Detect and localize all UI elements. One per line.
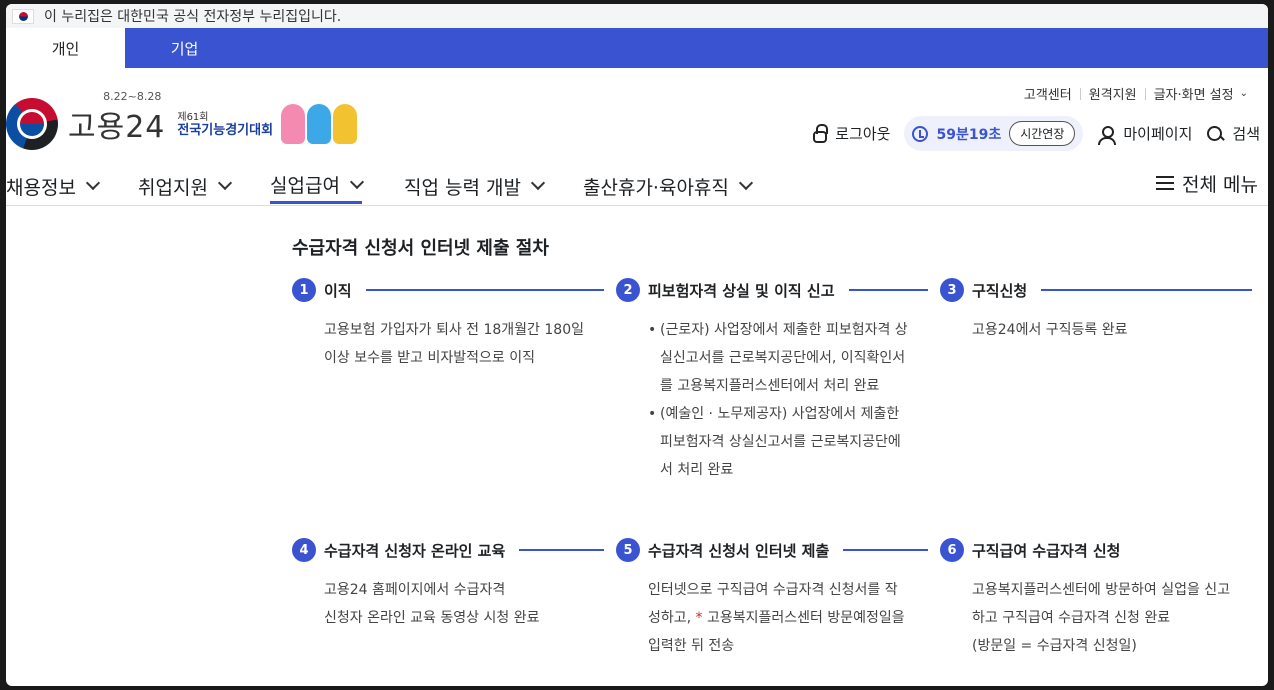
step-connector-line: [1041, 289, 1252, 291]
step-description-line: 고용24 홈페이지에서 수급자격: [324, 582, 506, 598]
chevron-down-icon: [530, 175, 546, 191]
step-description-line: 성하고, * 고용복지플러스센터 방문예정일을: [648, 610, 905, 626]
logout-button[interactable]: 로그아웃: [813, 123, 890, 144]
step-number-badge: 6: [940, 538, 964, 562]
brand-name: 고용24 8.22~8.28: [68, 90, 166, 145]
step-card: 6 구직급여 수급자격 신청 고용복지플러스센터에 방문하여 실업을 신고 하고…: [940, 538, 1252, 660]
list-item: (예술인 · 노무제공자) 사업장에서 제출한 피보험자격 상실신고서를 근로복…: [648, 400, 928, 484]
step-card: 3 구직신청 고용24에서 구직등록 완료: [940, 278, 1252, 344]
step-description-line: 인터넷으로 구직급여 수급자격 신청서를 작: [648, 582, 898, 598]
required-asterisk: *: [695, 610, 703, 626]
step-connector-line: [848, 289, 928, 291]
all-menu-button[interactable]: 전체 메뉴: [1156, 168, 1258, 198]
step-card: 2 피보험자격 상실 및 이직 신고 (근로자) 사업장에서 제출한 피보험자격…: [616, 278, 928, 484]
extend-time-button[interactable]: 시간연장: [1009, 121, 1076, 146]
chevron-down-icon: [217, 175, 232, 191]
search-icon: [1206, 125, 1224, 143]
step-title: 구직신청: [972, 281, 1028, 300]
list-item: (근로자) 사업장에서 제출한 피보험자격 상 실신고서를 근로복지공단에서, …: [648, 316, 928, 400]
step-card: 4 수급자격 신청자 온라인 교육 고용24 홈페이지에서 수급자격 신청자 온…: [292, 538, 604, 632]
step-description-line: 이상 보수를 받고 비자발적으로 이직: [324, 350, 535, 366]
event-title: 제61회 전국기능경기대회: [177, 111, 273, 137]
nav-item-unemployment-benefits[interactable]: 실업급여: [270, 168, 364, 204]
chevron-down-icon: [349, 174, 364, 189]
step-title: 수급자격 신청자 온라인 교육: [324, 541, 506, 560]
step-card: 5 수급자격 신청서 인터넷 제출 인터넷으로 구직급여 수급자격 신청서를 작…: [616, 538, 928, 660]
tab-business[interactable]: 기업: [125, 28, 244, 68]
clock-icon: [912, 125, 929, 142]
step-description-line: 입력한 뒤 전송: [648, 638, 735, 654]
nav-item-vocational-training[interactable]: 직업 능력 개발: [404, 168, 546, 204]
step-card: 1 이직 고용보험 가입자가 퇴사 전 18개월간 180일 이상 보수를 받고…: [292, 278, 604, 372]
nav-item-jobs[interactable]: 채용정보: [6, 168, 100, 204]
step-title: 구직급여 수급자격 신청: [972, 541, 1121, 560]
step-description-line: 하고 구직급여 수급자격 신청 완료: [972, 610, 1171, 626]
step-description-line: 고용24에서 구직등록 완료: [972, 322, 1128, 338]
session-timer: 59분19초 시간연장: [904, 116, 1084, 151]
section-title: 수급자격 신청서 인터넷 제출 절차: [292, 238, 549, 259]
chevron-down-icon: [85, 175, 100, 191]
step-number-badge: 4: [292, 538, 316, 562]
korea-flag-icon: [12, 8, 34, 24]
audience-tab-bar: 개인 기업: [6, 28, 1268, 68]
nav-item-parental-leave[interactable]: 출산휴가·육아휴직: [583, 168, 753, 204]
step-title: 이직: [324, 281, 352, 300]
lock-icon: [813, 123, 829, 143]
step-number-badge: 2: [616, 278, 640, 302]
user-icon: [1097, 125, 1117, 145]
step-connector-line: [843, 549, 928, 551]
header-actions: 로그아웃 59분19초 시간연장 마이페이지 검색: [799, 116, 1260, 151]
step-title: 피보험자격 상실 및 이직 신고: [648, 281, 835, 300]
main-nav: 채용정보 취업지원 실업급여 직업 능력 개발 출산휴가·육아휴직 전체 메뉴: [6, 162, 1268, 206]
mascot-illustration: [281, 104, 358, 144]
site-logo[interactable]: 고용24 8.22~8.28 제61회 전국기능경기대회: [6, 90, 358, 150]
step-connector-line: [365, 289, 604, 291]
browser-page: 이 누리집은 대한민국 공식 전자정부 누리집입니다. 개인 기업 고객센터 원…: [6, 4, 1268, 686]
site-header: 고용24 8.22~8.28 제61회 전국기능경기대회 로그아웃 59분19초…: [6, 90, 1268, 151]
search-button[interactable]: 검색: [1206, 123, 1260, 144]
step-number-badge: 3: [940, 278, 964, 302]
step-description-line: 고용보험 가입자가 퇴사 전 18개월간 180일: [324, 322, 584, 338]
step-number-badge: 5: [616, 538, 640, 562]
step-description-line: 신청자 온라인 교육 동영상 시청 완료: [324, 610, 540, 626]
step-description-line: 고용복지플러스센터에 방문하여 실업을 신고: [972, 582, 1231, 598]
gov-banner-text: 이 누리집은 대한민국 공식 전자정부 누리집입니다.: [44, 9, 342, 25]
step-description-line: (방문일 = 수급자격 신청일): [972, 638, 1137, 654]
mypage-button[interactable]: 마이페이지: [1097, 123, 1192, 145]
step-connector-line: [519, 549, 604, 551]
government-emblem-icon: [6, 98, 58, 150]
tab-personal[interactable]: 개인: [6, 28, 125, 68]
hamburger-icon: [1156, 176, 1175, 190]
chevron-down-icon: [738, 175, 753, 191]
gov-banner: 이 누리집은 대한민국 공식 전자정부 누리집입니다.: [6, 4, 1268, 28]
nav-item-employment-support[interactable]: 취업지원: [138, 168, 232, 204]
step-title: 수급자격 신청서 인터넷 제출: [648, 541, 830, 560]
event-name: 전국기능경기대회: [177, 123, 274, 138]
event-dates: 8.22~8.28: [103, 90, 162, 103]
timer-value: 59분19초: [936, 126, 1002, 143]
step-number-badge: 1: [292, 278, 316, 302]
